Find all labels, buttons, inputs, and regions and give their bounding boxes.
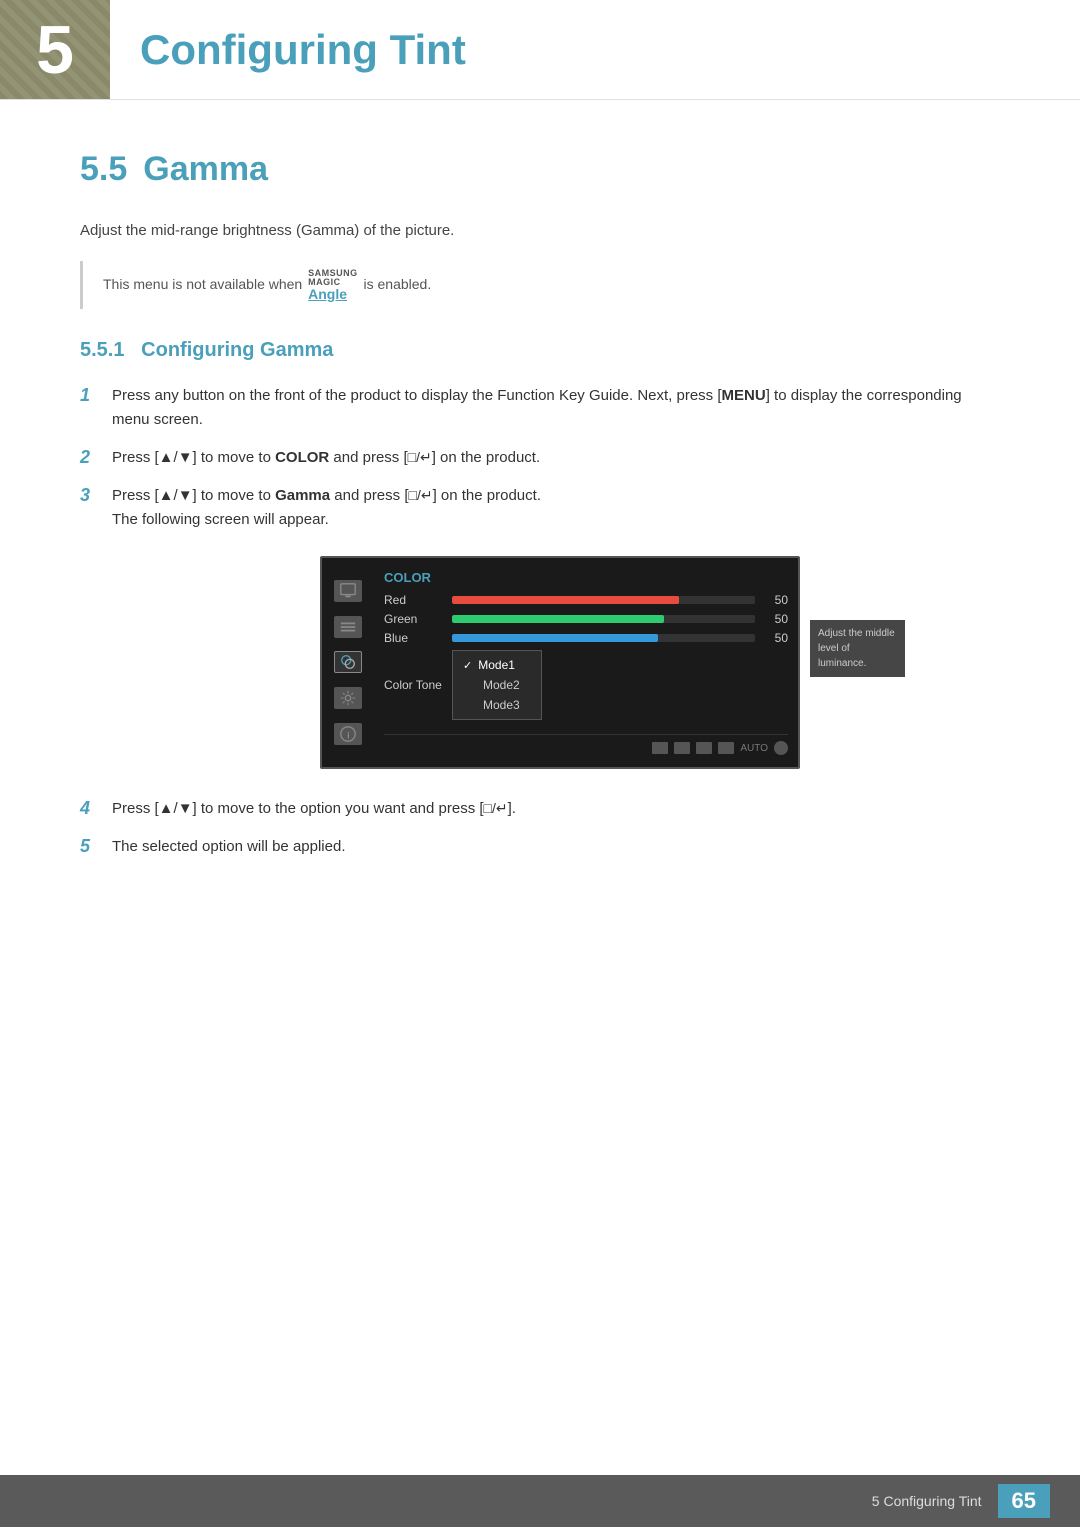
- gamma-dropdown: ✓ Mode1 Mode2 Mode3: [452, 650, 542, 720]
- brightness-svg: [339, 618, 357, 636]
- chapter-title: Configuring Tint: [110, 0, 466, 99]
- main-content: 5.5 Gamma Adjust the mid-range brightnes…: [0, 100, 1080, 979]
- mode3-label: Mode3: [483, 698, 520, 712]
- note-text: This menu is not available when SAMSUNGM…: [103, 276, 431, 292]
- monitor-svg: [339, 582, 357, 600]
- color-tone-row: Color Tone ✓ Mode1 Mode2: [384, 650, 788, 720]
- blue-bar-fill: [452, 634, 658, 642]
- red-bar-fill: [452, 596, 679, 604]
- btn-enter: [696, 742, 712, 754]
- gear-svg: [339, 689, 357, 707]
- step-number-1: 1: [80, 384, 98, 406]
- section-description: Adjust the mid-range brightness (Gamma) …: [80, 219, 1000, 243]
- step-4: 4 Press [▲/▼] to move to the option you …: [80, 797, 1000, 821]
- menu-key: MENU: [722, 387, 766, 404]
- color-icon: [334, 651, 362, 673]
- color-row-green: Green 50: [384, 612, 788, 626]
- blue-label: Blue: [384, 631, 444, 645]
- subsection-number: 5.5.1: [80, 339, 124, 361]
- brightness-icon: [334, 616, 362, 638]
- green-bar-container: [452, 615, 755, 623]
- red-value: 50: [763, 593, 788, 607]
- blue-value: 50: [763, 631, 788, 645]
- btn-up: [652, 742, 668, 754]
- step-number-3: 3: [80, 484, 98, 506]
- note-box: This menu is not available when SAMSUNGM…: [80, 261, 1000, 309]
- green-value: 50: [763, 612, 788, 626]
- step-number-5: 5: [80, 835, 98, 857]
- color-svg: [339, 653, 357, 671]
- step-text-3: Press [▲/▼] to move to Gamma and press […: [112, 484, 1000, 532]
- section-heading: 5.5 Gamma: [80, 150, 1000, 189]
- step-text-4: Press [▲/▼] to move to the option you wa…: [112, 797, 1000, 821]
- info-icon: i: [334, 723, 362, 745]
- following-screen-label: The following screen will appear.: [112, 511, 329, 528]
- steps-list: 1 Press any button on the front of the p…: [80, 384, 1000, 532]
- step-number-2: 2: [80, 446, 98, 468]
- subsection-title: Configuring Gamma: [141, 339, 333, 361]
- samsung-magic-wrapper: SAMSUNGMAGICAngle: [308, 269, 358, 301]
- info-svg: i: [339, 725, 357, 743]
- mode2-label: Mode2: [483, 678, 520, 692]
- section-number: 5.5: [80, 150, 127, 189]
- gamma-mode1: ✓ Mode1: [453, 655, 541, 675]
- step-text-5: The selected option will be applied.: [112, 835, 1000, 859]
- step-text-1: Press any button on the front of the pro…: [112, 384, 1000, 432]
- screen-sidebar: i: [322, 558, 374, 767]
- header-banner: 5 Configuring Tint: [0, 0, 1080, 100]
- step-3: 3 Press [▲/▼] to move to Gamma and press…: [80, 484, 1000, 532]
- chapter-number: 5: [0, 0, 110, 99]
- green-label: Green: [384, 612, 444, 626]
- subsection-heading: 5.5.1 Configuring Gamma: [80, 339, 1000, 362]
- bracket-key-2: □/↵: [408, 449, 432, 465]
- blue-bar-container: [452, 634, 755, 642]
- auto-label: AUTO: [740, 743, 768, 754]
- gear-icon: [334, 687, 362, 709]
- color-tone-label: Color Tone: [384, 678, 444, 692]
- hint-box: Adjust the middle level of luminance.: [810, 620, 905, 677]
- mode1-label: Mode1: [478, 658, 515, 672]
- svg-text:i: i: [347, 731, 350, 741]
- color-row-red: Red 50: [384, 593, 788, 607]
- screen-bottom-bar: AUTO: [384, 734, 788, 755]
- page-footer: 5 Configuring Tint 65: [0, 1475, 1080, 1527]
- color-menu-title: COLOR: [384, 570, 788, 585]
- red-label: Red: [384, 593, 444, 607]
- gamma-mode2: Mode2: [453, 675, 541, 695]
- bracket-key-3: □/↵: [409, 487, 433, 503]
- bracket-key-4: □/↵: [484, 800, 508, 816]
- screen-container: i COLOR Red 50: [120, 556, 1000, 769]
- step-1: 1 Press any button on the front of the p…: [80, 384, 1000, 432]
- footer-page-number: 65: [998, 1484, 1050, 1518]
- screen-main-panel: COLOR Red 50 Green: [374, 558, 798, 767]
- step-text-2: Press [▲/▼] to move to COLOR and press […: [112, 446, 1000, 470]
- steps-list-456: 4 Press [▲/▼] to move to the option you …: [80, 797, 1000, 859]
- power-btn: [774, 741, 788, 755]
- btn-return: [718, 742, 734, 754]
- step-number-4: 4: [80, 797, 98, 819]
- color-row-blue: Blue 50: [384, 631, 788, 645]
- btn-down: [674, 742, 690, 754]
- green-bar-fill: [452, 615, 664, 623]
- color-bold: COLOR: [275, 449, 329, 466]
- gamma-bold: Gamma: [275, 487, 330, 504]
- screen-image: i COLOR Red 50: [320, 556, 800, 769]
- red-bar-container: [452, 596, 755, 604]
- monitor-icon: [334, 580, 362, 602]
- gamma-mode3: Mode3: [453, 695, 541, 715]
- step-5: 5 The selected option will be applied.: [80, 835, 1000, 859]
- check-mark: ✓: [463, 659, 472, 672]
- footer-text: 5 Configuring Tint: [872, 1493, 982, 1509]
- section-title: Gamma: [143, 150, 268, 189]
- step-2: 2 Press [▲/▼] to move to COLOR and press…: [80, 446, 1000, 470]
